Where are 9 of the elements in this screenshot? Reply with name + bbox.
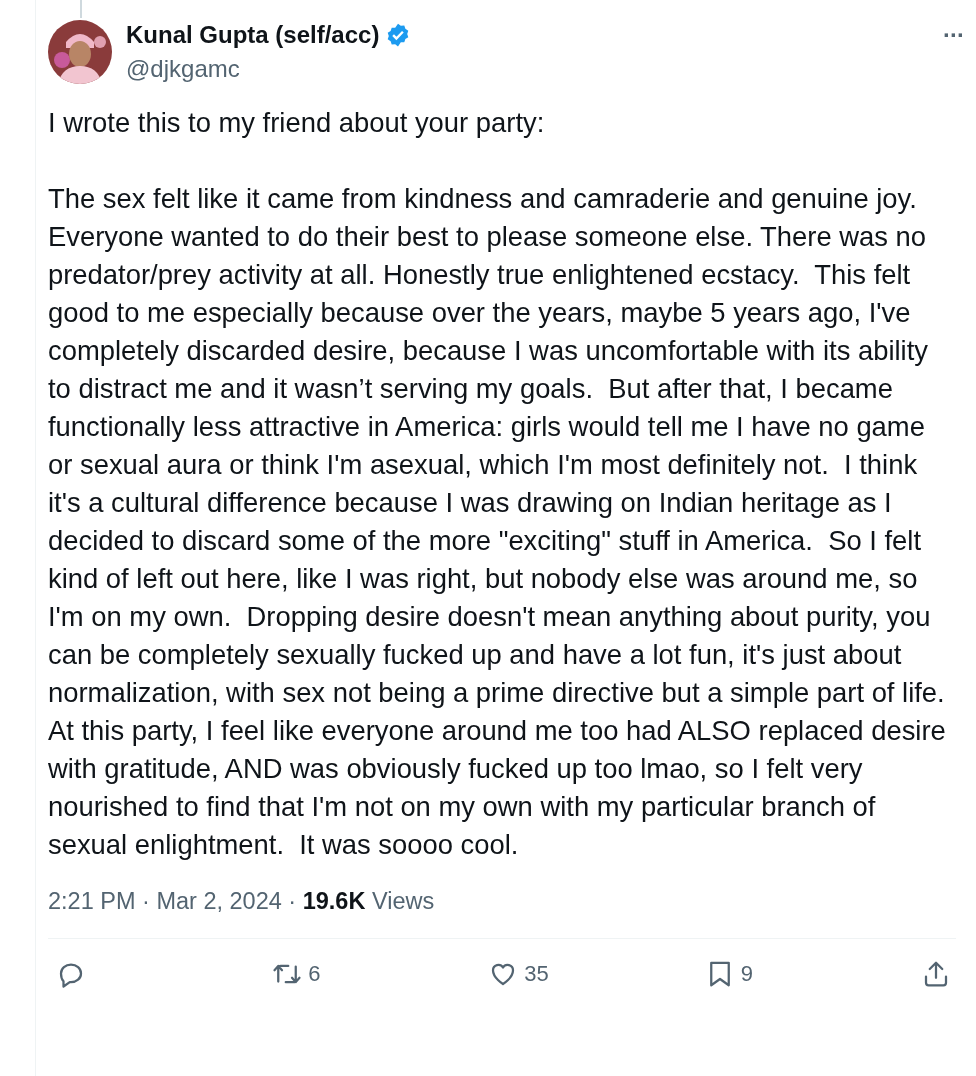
like-button[interactable]: 35 bbox=[488, 959, 549, 989]
more-button[interactable]: ··· bbox=[943, 20, 964, 50]
post-text: I wrote this to my friend about your party: bbox=[48, 106, 546, 140]
username[interactable]: @djkgamc bbox=[126, 54, 943, 84]
post-metadata: 2:21 PM · Mar 2, 2024 · 19.6K Views bbox=[48, 887, 436, 916]
bookmark-button[interactable]: 9 bbox=[704, 959, 765, 989]
repost-button[interactable]: 6 bbox=[272, 959, 333, 989]
display-name[interactable]: Kunal Gupta (self/acc) bbox=[126, 20, 380, 50]
post-text: The sex felt like it came from kindness and camraderie and genuine joy. Everyone wanted to do their best to please someone else. There was no predator/prey activity at all. Honestly true enlightened ecstacy. This felt good to me especially because over the years, maybe 5 years ago, I've completely discarded desire, because I was uncomfortable with its ability to distract me and it wasn’t serving my goals. But after that, I became functionally less attractive in America: girls would tell me I have no game or sexual aura or think I'm asexual, which I'm most definitely not. I think it's a cultural difference because I was drawing on Indian heritage as I decided to discard some of the more "exciting" stuff in America. So I felt kind of left out here, like I was right, but nobody else was around me, so I'm on my own. Dropping desire doesn't mean anything about purity, you can be completely sexually fucked up and have a lot fun, it's just about normalization, with sex not being a prime directive but a simple part of life. At this party, I feel like everyone around me too had ALSO replaced desire with gratitude, AND was obviously fucked up too lmao, so I felt very nourished to find that I'm not on my own with my particular branch of sexual enlightment. It was soooo cool. bbox=[48, 182, 947, 862]
